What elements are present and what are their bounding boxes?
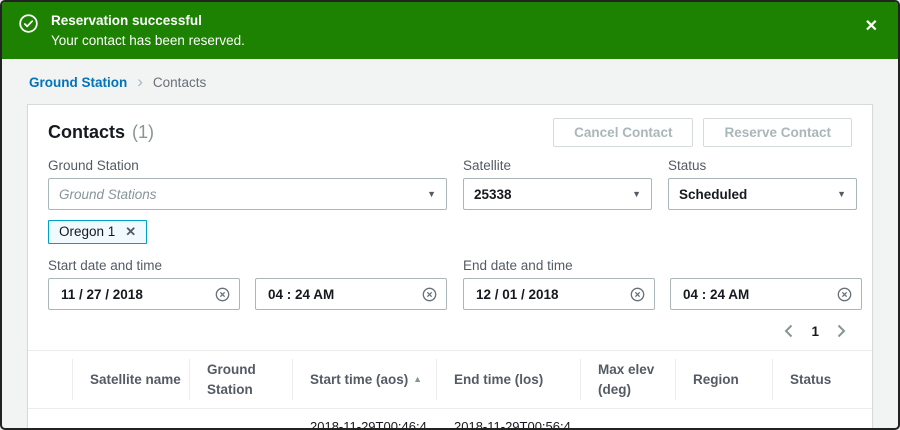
ground-station-token: Oregon 1 ✕ xyxy=(48,220,148,245)
col-header-satellite-name: Satellite name xyxy=(72,351,189,408)
reserve-contact-button[interactable]: Reserve Contact xyxy=(703,118,852,148)
col-header-ground-station: Ground Station xyxy=(189,351,292,408)
chevron-right-icon: › xyxy=(137,72,143,92)
cancel-contact-button[interactable]: Cancel Contact xyxy=(553,118,694,148)
contacts-panel: Contacts (1) Cancel Contact Reserve Cont… xyxy=(27,104,873,430)
satellite-value: 25338 xyxy=(474,186,512,202)
page-title: Contacts xyxy=(48,122,126,143)
end-datetime-label: End date and time xyxy=(463,258,573,274)
flash-message: Your contact has been reserved. xyxy=(51,32,245,48)
end-time-input[interactable]: 04 : 24 AM xyxy=(670,278,862,311)
app-window: Reservation successful Your contact has … xyxy=(0,0,900,430)
table-row: 25338 Oregon 1 2018-11-29T00:46:48.000Z … xyxy=(28,409,872,430)
select-column-header xyxy=(28,351,72,408)
table-header-row: Satellite name Ground Station Start time… xyxy=(28,351,872,410)
clear-icon[interactable] xyxy=(215,287,230,302)
satellite-label: Satellite xyxy=(463,158,512,174)
cell-ground-station: Oregon 1 xyxy=(189,419,292,428)
contacts-count: (1) xyxy=(132,122,155,143)
clear-icon[interactable] xyxy=(630,287,645,302)
end-date-input[interactable]: 12 / 01 / 2018 xyxy=(463,278,655,311)
clear-icon[interactable] xyxy=(837,287,852,302)
ground-station-select[interactable]: Ground Stations ▼ xyxy=(48,178,447,211)
col-header-status: Status xyxy=(772,351,872,408)
cell-status: SCHEDULED xyxy=(772,419,881,428)
col-header-start-time-label: Start time (aos) xyxy=(310,371,409,387)
start-date-input[interactable]: 11 / 27 / 2018 xyxy=(48,278,240,311)
start-datetime-label: Start date and time xyxy=(48,258,163,274)
breadcrumb-ground-station-link[interactable]: Ground Station xyxy=(29,75,127,90)
start-date-value: 11 / 27 / 2018 xyxy=(61,286,143,302)
status-label: Status xyxy=(668,158,707,174)
end-date-value: 12 / 01 / 2018 xyxy=(476,286,559,302)
next-page-icon[interactable] xyxy=(835,322,848,340)
end-time-value: 04 : 24 AM xyxy=(683,286,750,302)
status-select[interactable]: Scheduled ▼ xyxy=(668,178,857,211)
token-remove-icon[interactable]: ✕ xyxy=(124,224,137,239)
success-check-icon xyxy=(18,13,39,39)
start-time-input[interactable]: 04 : 24 AM xyxy=(255,278,447,311)
panel-header: Contacts (1) Cancel Contact Reserve Cont… xyxy=(28,105,872,156)
cell-end-time: 2018-11-29T00:56:48.000Z xyxy=(454,419,571,430)
clear-icon[interactable] xyxy=(422,287,437,302)
chevron-down-icon: ▼ xyxy=(427,189,436,200)
chevron-down-icon: ▼ xyxy=(632,189,641,200)
ground-station-label: Ground Station xyxy=(48,158,139,174)
breadcrumb: Ground Station › Contacts xyxy=(2,59,898,103)
col-header-region: Region xyxy=(675,351,772,408)
flash-title: Reservation successful xyxy=(51,13,202,28)
satellite-select[interactable]: 25338 ▼ xyxy=(463,178,652,211)
start-time-value: 04 : 24 AM xyxy=(268,286,335,302)
cell-satellite-name: 25338 xyxy=(72,419,189,428)
cell-max-elev: 21.971 xyxy=(580,419,675,428)
pagination: 1 xyxy=(28,310,872,344)
token-label: Oregon 1 xyxy=(59,224,116,240)
breadcrumb-current: Contacts xyxy=(152,75,207,91)
sort-ascending-icon: ▲ xyxy=(413,374,422,385)
prev-page-icon[interactable] xyxy=(782,322,795,340)
page-number[interactable]: 1 xyxy=(811,324,819,339)
contacts-table: Satellite name Ground Station Start time… xyxy=(28,350,872,430)
col-header-max-elev: Max elev (deg) xyxy=(580,351,675,408)
status-value: Scheduled xyxy=(679,186,748,202)
cell-start-time: 2018-11-29T00:46:48.000Z xyxy=(310,419,427,430)
ground-station-placeholder: Ground Stations xyxy=(59,186,157,202)
cell-region: us-west-2 xyxy=(675,419,772,428)
col-header-end-time: End time (los) xyxy=(436,351,580,408)
close-icon[interactable]: ✕ xyxy=(863,15,880,39)
success-flashbar: Reservation successful Your contact has … xyxy=(2,2,898,60)
chevron-down-icon: ▼ xyxy=(837,189,846,200)
filters: Ground Station Ground Stations ▼ Satelli… xyxy=(28,156,872,311)
col-header-start-time[interactable]: Start time (aos) ▲ xyxy=(292,351,436,408)
